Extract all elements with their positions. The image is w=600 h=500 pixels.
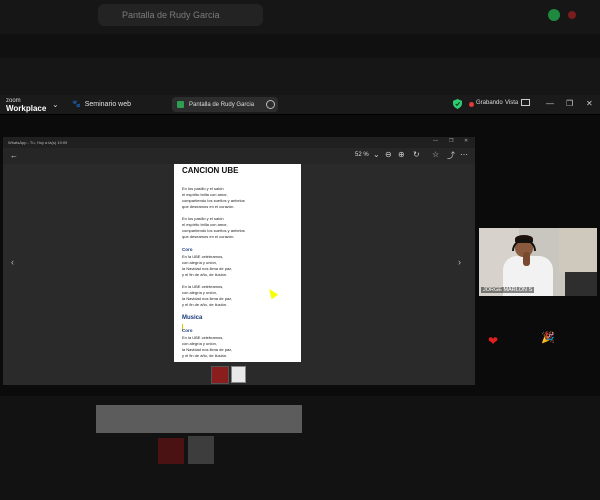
lyric-line: con alegría y unión, — [182, 290, 217, 295]
lyric-line: la Navidad nos llena de paz, — [182, 347, 233, 352]
document-title: CANCION UBE — [182, 166, 239, 175]
wa-restore-icon[interactable]: ❐ — [449, 138, 453, 144]
participant-hand — [523, 252, 530, 266]
lyric-line: En los pasillo y el salón — [182, 186, 224, 191]
participant-name: JORGE MARLON S — [481, 287, 535, 293]
zoom-logo-big: Workplace — [6, 104, 47, 113]
participant-video[interactable] — [479, 228, 597, 296]
background-tab: Pantalla de Rudy Garcia — [98, 4, 263, 26]
lyric-line: y el fin de año, de ilusión. — [182, 272, 228, 277]
musica-heading: Musica — [182, 315, 203, 321]
coro-heading: Coro — [182, 247, 193, 252]
coro-heading: Coro — [182, 328, 193, 333]
restore-icon[interactable]: ❐ — [566, 99, 573, 108]
lyric-line: que deseamos en el corazón. — [182, 204, 235, 209]
webinar-label: Seminario web — [84, 100, 132, 108]
recording-label: Grabando — [476, 100, 503, 106]
lyric-line: En los pasillo y el salón — [182, 216, 224, 221]
wa-minimize-icon[interactable]: — — [433, 138, 438, 144]
paw-icon: 🐾 — [72, 101, 81, 108]
lyric-line: compartiendo los sueños y anhelos — [182, 228, 245, 233]
lyric-line: el espíritu brilla con amor, — [182, 192, 228, 197]
lyric-line: En la UBE celebramos, — [182, 284, 224, 289]
heart-reaction-icon: ❤ — [488, 334, 499, 348]
lyric-line: y el fin de año, de ilusión. — [182, 353, 228, 358]
page-thumbnail[interactable] — [211, 366, 229, 384]
view-label: Vista — [505, 99, 519, 106]
chevron-down-icon[interactable]: ⌄ — [373, 150, 380, 159]
lyric-line: con alegría y unión, — [182, 260, 217, 265]
lyric-line: la Navidad nos llena de paz, — [182, 296, 233, 301]
shield-icon[interactable] — [453, 99, 462, 109]
lyric-line: En la UBE celebramos, — [182, 254, 224, 259]
close-icon[interactable]: ✕ — [586, 99, 593, 108]
wa-close-icon[interactable]: ✕ — [464, 138, 468, 144]
view-button[interactable]: Vista — [505, 99, 531, 106]
star-icon[interactable]: ☆ — [432, 150, 439, 159]
lyric-line: la Navidad nos llena de paz, — [182, 266, 233, 271]
recording-icon — [469, 102, 474, 107]
lyric-line: el espíritu brilla con amor, — [182, 222, 228, 227]
zoom-logo: zoom Workplace — [6, 97, 46, 113]
zoom-in-icon[interactable]: ⊕ — [398, 150, 405, 159]
background-status-icon — [548, 9, 560, 21]
zoom-percentage[interactable]: 52 % — [355, 152, 369, 158]
screen-share-icon — [177, 101, 184, 108]
document-page: CANCION UBE En los pasillo y el salón el… — [174, 164, 301, 362]
lyric-line: compartiendo los sueños y anhelos — [182, 198, 245, 203]
rotate-icon[interactable]: ↻ — [413, 150, 420, 159]
video-window — [559, 228, 597, 273]
lyric-line: que deseamos en el corazón. — [182, 234, 235, 239]
share-options-icon[interactable] — [266, 100, 275, 109]
video-keyboard — [565, 272, 597, 296]
next-icon[interactable]: › — [458, 257, 461, 267]
background-thumbnail — [188, 436, 214, 464]
screen-share-indicator[interactable]: Pantalla de Rudy Garcia — [172, 97, 278, 112]
back-arrow-icon[interactable]: ← — [10, 151, 18, 160]
lyric-line: y el fin de año, de ilusión. — [182, 302, 228, 307]
previous-icon[interactable]: ‹ — [11, 257, 14, 267]
background-thumbnail — [158, 438, 184, 464]
background-close-icon — [568, 11, 576, 19]
zoom-out-icon[interactable]: ⊖ — [385, 150, 392, 159]
background-document — [96, 405, 302, 433]
share-icon[interactable]: ⤴ — [447, 150, 455, 161]
chevron-down-icon[interactable]: ⌄ — [52, 100, 59, 109]
lyric-line: En la UBE celebramos, — [182, 335, 224, 340]
party-reaction-icon: 🎉 — [541, 332, 555, 344]
lyric-line: con alegría y unión, — [182, 341, 217, 346]
minimize-icon[interactable]: — — [546, 99, 554, 108]
webinar-button[interactable]: 🐾 Seminario web — [72, 100, 132, 109]
more-icon[interactable]: ⋯ — [460, 150, 468, 159]
background-toolbar — [0, 34, 600, 58]
view-icon — [521, 99, 531, 106]
whatsapp-title: WhatsApp - Tú, Hoy a la(s) 19:09 — [3, 137, 475, 148]
page-thumbnail[interactable] — [231, 366, 246, 383]
